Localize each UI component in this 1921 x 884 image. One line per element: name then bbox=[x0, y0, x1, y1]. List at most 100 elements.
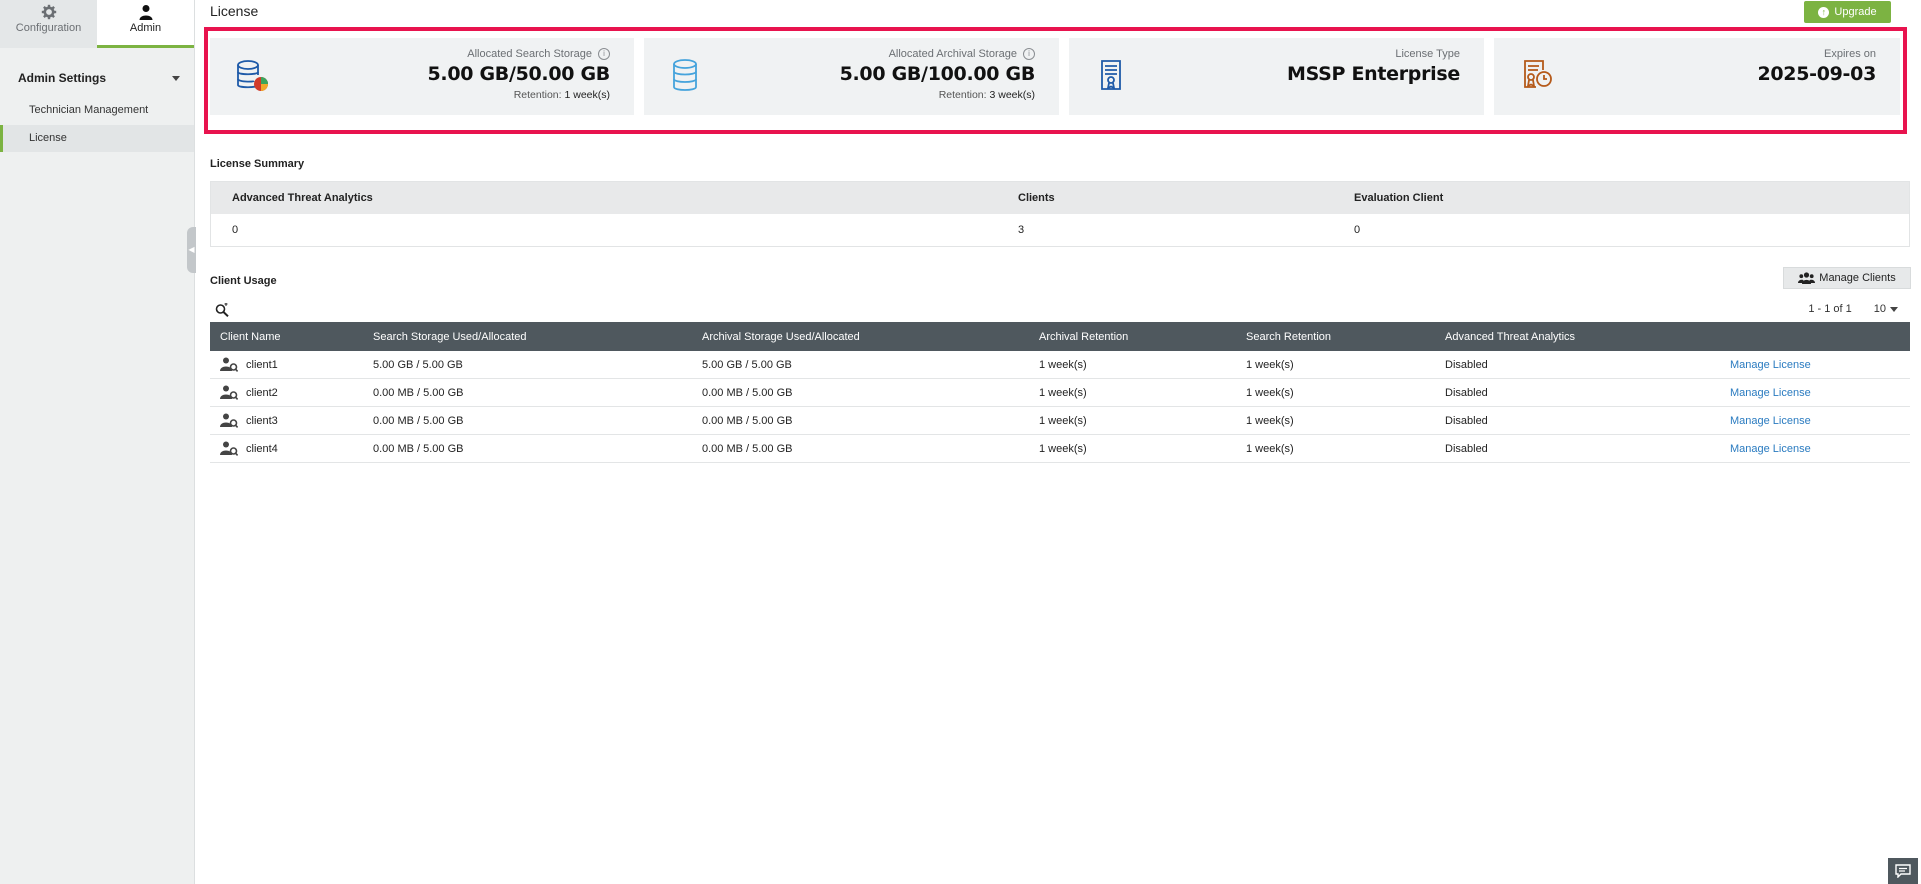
search-storage: 0.00 MB / 5.00 GB bbox=[373, 442, 464, 455]
retention-label: Retention: bbox=[513, 89, 562, 101]
license-summary-title: License Summary bbox=[210, 158, 305, 170]
usage-header-row: Client Name Search Storage Used/Allocate… bbox=[210, 322, 1910, 351]
card-value: MSSP Enterprise bbox=[1287, 63, 1460, 85]
card-label: Allocated Archival Storage bbox=[888, 48, 1017, 60]
header-ata[interactable]: Advanced Threat Analytics bbox=[1435, 331, 1720, 343]
top-tabs: Configuration Admin bbox=[0, 0, 194, 48]
usage-toolbar: 1 - 1 of 1 10 bbox=[210, 299, 1910, 321]
header-client-name[interactable]: Client Name bbox=[210, 331, 363, 343]
card-archival-storage: Allocated Archival Storage i 5.00 GB/100.… bbox=[644, 38, 1059, 115]
info-icon[interactable]: i bbox=[598, 48, 610, 60]
summary-header-evaluation: Evaluation Client bbox=[1354, 192, 1444, 204]
certificate-icon bbox=[1101, 60, 1121, 90]
search-storage: 0.00 MB / 5.00 GB bbox=[373, 414, 464, 427]
gear-icon bbox=[41, 4, 56, 20]
card-value: 2025-09-03 bbox=[1757, 63, 1876, 85]
manage-clients-label: Manage Clients bbox=[1819, 272, 1896, 284]
archival-retention: 1 week(s) bbox=[1039, 386, 1087, 399]
search-retention: 1 week(s) bbox=[1246, 414, 1294, 427]
header-archival-retention[interactable]: Archival Retention bbox=[1029, 331, 1236, 343]
card-license-type: License Type MSSP Enterprise bbox=[1069, 38, 1484, 115]
retention-value: 1 week(s) bbox=[564, 89, 610, 101]
user-icon bbox=[139, 5, 152, 20]
table-row: client3 0.00 MB / 5.00 GB 0.00 MB / 5.00… bbox=[210, 407, 1910, 435]
search-retention: 1 week(s) bbox=[1246, 442, 1294, 455]
sidebar-item-license[interactable]: License bbox=[0, 125, 194, 152]
admin-settings-label: Admin Settings bbox=[18, 71, 107, 85]
summary-header-ata: Advanced Threat Analytics bbox=[232, 192, 373, 204]
archival-storage: 0.00 MB / 5.00 GB bbox=[702, 414, 793, 427]
client-name: client3 bbox=[246, 414, 278, 427]
upgrade-label: Upgrade bbox=[1834, 6, 1877, 18]
archival-retention: 1 week(s) bbox=[1039, 414, 1087, 427]
tab-configuration-label: Configuration bbox=[15, 22, 82, 34]
ata-status: Disabled bbox=[1445, 386, 1488, 399]
chat-icon bbox=[1895, 864, 1911, 878]
tab-configuration[interactable]: Configuration bbox=[0, 0, 97, 48]
card-label: Allocated Search Storage bbox=[467, 48, 592, 60]
database-chart-icon bbox=[237, 60, 268, 91]
card-search-storage: Allocated Search Storage i 5.00 GB/50.00 … bbox=[210, 38, 634, 115]
card-value: 5.00 GB/100.00 GB bbox=[839, 63, 1036, 85]
pagination-text: 1 - 1 of 1 bbox=[1808, 303, 1852, 315]
license-summary-table: Advanced Threat Analytics Clients Evalua… bbox=[210, 181, 1910, 247]
client-name: client2 bbox=[246, 386, 278, 399]
client-name: client1 bbox=[246, 358, 278, 371]
ata-status: Disabled bbox=[1445, 358, 1488, 371]
summary-value-clients: 3 bbox=[1018, 224, 1025, 236]
archival-storage: 0.00 MB / 5.00 GB bbox=[702, 386, 793, 399]
tab-admin-label: Admin bbox=[129, 22, 162, 34]
database-icon bbox=[673, 59, 697, 91]
info-icon[interactable]: i bbox=[1023, 48, 1035, 60]
search-retention: 1 week(s) bbox=[1246, 358, 1294, 371]
caret-down-icon bbox=[172, 75, 180, 81]
archival-retention: 1 week(s) bbox=[1039, 358, 1087, 371]
chat-button[interactable] bbox=[1888, 858, 1918, 884]
manage-license-link[interactable]: Manage License bbox=[1720, 415, 1910, 427]
card-expires-on: Expires on 2025-09-03 bbox=[1494, 38, 1900, 115]
manage-license-link[interactable]: Manage License bbox=[1720, 443, 1910, 455]
table-row: client2 0.00 MB / 5.00 GB 0.00 MB / 5.00… bbox=[210, 379, 1910, 407]
caret-down-icon bbox=[1890, 306, 1898, 312]
sidebar: Configuration Admin Admin Settings Techn… bbox=[0, 0, 195, 884]
header-archival-storage[interactable]: Archival Storage Used/Allocated bbox=[692, 331, 1029, 343]
summary-header-row: Advanced Threat Analytics Clients Evalua… bbox=[211, 182, 1909, 214]
search-storage: 0.00 MB / 5.00 GB bbox=[373, 386, 464, 399]
card-label: License Type bbox=[1395, 48, 1460, 60]
manage-clients-button[interactable]: Manage Clients bbox=[1783, 267, 1911, 289]
summary-value-ata: 0 bbox=[232, 224, 239, 236]
ata-status: Disabled bbox=[1445, 442, 1488, 455]
page-size-select[interactable]: 10 bbox=[1874, 303, 1898, 315]
manage-license-link[interactable]: Manage License bbox=[1720, 387, 1910, 399]
header-search-storage[interactable]: Search Storage Used/Allocated bbox=[363, 331, 692, 343]
certificate-clock-icon bbox=[1524, 60, 1552, 88]
header-search-retention[interactable]: Search Retention bbox=[1236, 331, 1435, 343]
archival-storage: 5.00 GB / 5.00 GB bbox=[702, 358, 792, 371]
users-icon bbox=[1798, 272, 1816, 284]
summary-header-clients: Clients bbox=[1018, 192, 1055, 204]
page-size-value: 10 bbox=[1873, 303, 1886, 315]
retention-value: 3 week(s) bbox=[989, 89, 1035, 101]
manage-license-link[interactable]: Manage License bbox=[1720, 359, 1910, 371]
retention-label: Retention: bbox=[938, 89, 987, 101]
search-storage: 5.00 GB / 5.00 GB bbox=[373, 358, 463, 371]
tab-admin[interactable]: Admin bbox=[97, 0, 194, 48]
client-user-icon bbox=[220, 357, 238, 372]
admin-settings-toggle[interactable]: Admin Settings bbox=[0, 71, 194, 85]
page-title: License bbox=[210, 3, 259, 19]
client-name: client4 bbox=[246, 442, 278, 455]
client-user-icon bbox=[220, 441, 238, 456]
client-user-icon bbox=[220, 385, 238, 400]
upgrade-button[interactable]: ↑ Upgrade bbox=[1804, 1, 1891, 23]
table-row: client1 5.00 GB / 5.00 GB 5.00 GB / 5.00… bbox=[210, 351, 1910, 379]
search-icon[interactable] bbox=[215, 303, 229, 317]
sidebar-item-technician-management[interactable]: Technician Management bbox=[0, 97, 194, 124]
summary-value-evaluation: 0 bbox=[1354, 224, 1361, 236]
table-row: client4 0.00 MB / 5.00 GB 0.00 MB / 5.00… bbox=[210, 435, 1910, 463]
sidebar-collapse-handle[interactable]: ◀ bbox=[187, 227, 196, 273]
upgrade-icon: ↑ bbox=[1818, 6, 1830, 18]
client-usage-table: Client Name Search Storage Used/Allocate… bbox=[210, 322, 1910, 463]
client-user-icon bbox=[220, 413, 238, 428]
card-value: 5.00 GB/50.00 GB bbox=[427, 63, 610, 85]
summary-data-row: 0 3 0 bbox=[211, 214, 1909, 246]
